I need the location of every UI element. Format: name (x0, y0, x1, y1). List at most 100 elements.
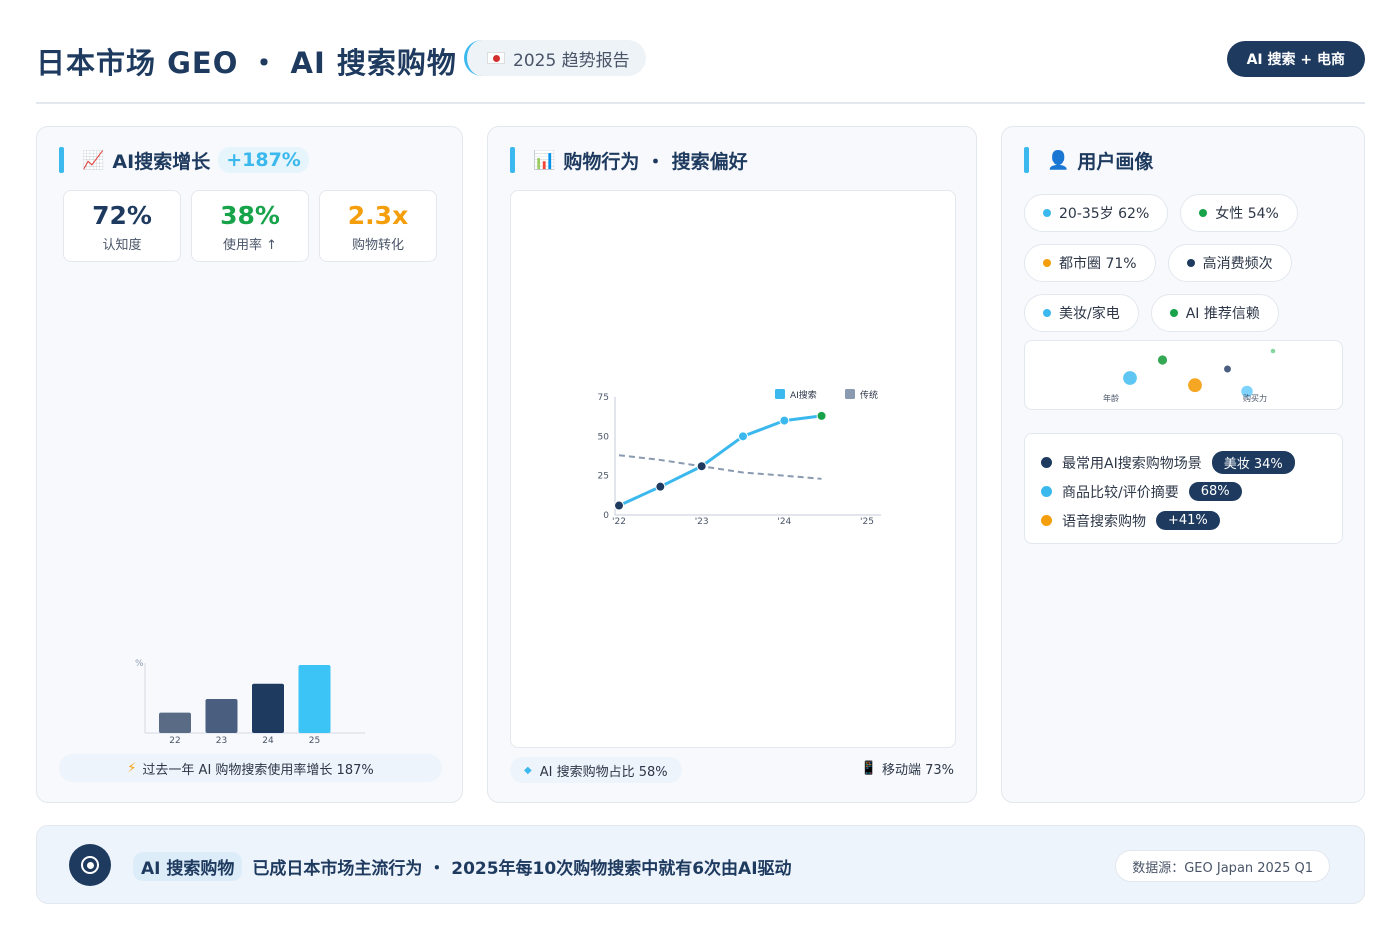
profile-tag[interactable]: 高消费频次 (1167, 244, 1292, 282)
data-source: 数据源：GEO Japan 2025 Q1 (1115, 850, 1330, 882)
y-tick-label: 0 (603, 511, 609, 521)
legend-swatch-traditional (845, 389, 855, 399)
kpi-value: 72% (92, 201, 152, 230)
insight-list: 最常用AI搜索购物场景 美妆 34% 商品比较/评价摘要 68% 语音搜索购物 … (1024, 433, 1343, 544)
tag-label: AI 推荐信赖 (1185, 306, 1260, 322)
share-note-text: AI 搜索购物占比 58% (539, 764, 668, 780)
x-tick-label: '23 (695, 517, 709, 527)
lightning-icon: ⚡ (127, 760, 137, 776)
header: 日本市场 GEO ・ AI 搜索购物 2025 趋势报告 AI 搜索 + 电商 (36, 36, 1365, 104)
dot-icon (1041, 457, 1052, 468)
x-tick-label: '22 (612, 517, 626, 527)
accent-bar (510, 147, 515, 173)
x-tick-label: '24 (777, 517, 791, 527)
kpi-value: 38% (220, 201, 280, 230)
dot-icon (1199, 209, 1208, 217)
tag-label: 女性 54% (1215, 206, 1279, 222)
kpi-label: 使用率 ↑ (222, 238, 278, 253)
tag-label: 20-35岁 62% (1059, 206, 1150, 222)
share-note: ◆ AI 搜索购物占比 58% (510, 757, 682, 783)
page-title: 日本市场 GEO ・ AI 搜索购物 (36, 46, 457, 80)
scatter-point (1270, 348, 1276, 354)
legend-label-ai: AI搜索 (790, 389, 817, 401)
bar-chart-icon: 📊 (533, 149, 556, 171)
legend-swatch-ai (775, 389, 785, 399)
report-label: 2025 趋势报告 (513, 50, 630, 71)
x-tick-label: '25 (860, 517, 874, 527)
kpi-card: 2.3x 购物转化 (319, 190, 437, 262)
insight-label: 商品比较/评价摘要 (1062, 484, 1179, 501)
panel-title: 📈 AI搜索增长 +187% (59, 147, 309, 173)
traditional-series-line (618, 454, 822, 480)
diamond-icon: ◆ (524, 764, 532, 776)
panel-title-text: AI搜索增长 (112, 150, 211, 173)
panel-user-profile: 👤 用户画像 20-35岁 62% 女性 54% 都市圈 71% 高消费频次 美… (1001, 126, 1365, 803)
ai-search-series-line (618, 414, 822, 507)
usage-bar-chart: % 22 23 24 25 (135, 659, 365, 746)
footer-text: AI 搜索购物 已成日本市场主流行为 ・ 2025年每10次购物搜索中就有6次由… (133, 852, 792, 881)
scatter-point (1123, 371, 1137, 385)
x-tick-label: 24 (262, 736, 274, 746)
x-tick-label: 25 (309, 736, 320, 746)
y-axis-label: % (135, 659, 144, 669)
dot-icon (1169, 309, 1178, 317)
panel-ai-growth: 📈 AI搜索增长 +187% 72% 认知度 38% 使用率 ↑ 2.3x 购物… (36, 126, 463, 803)
panel-title-text: 用户画像 (1077, 150, 1154, 173)
mobile-note: 📱 移动端 73% (861, 759, 954, 778)
dot-icon (1043, 209, 1051, 217)
kpi-row: 72% 认知度 38% 使用率 ↑ 2.3x 购物转化 (63, 190, 437, 262)
tag-list: 20-35岁 62% 女性 54% 都市圈 71% 高消费频次 美妆/家电 AI… (1024, 194, 1344, 332)
kpi-card: 72% 认知度 (63, 190, 181, 262)
chart-container: 0 25 50 75 '22 '23 '24 '25 AI搜索 传统 (510, 190, 956, 748)
mobile-note-text: 移动端 73% (881, 763, 954, 778)
phone-icon: 📱 (860, 761, 877, 776)
x-tick-label: 22 (169, 736, 180, 746)
profile-tag[interactable]: 20-35岁 62% (1024, 194, 1169, 232)
insight-row: 商品比较/评价摘要 68% (1041, 477, 1326, 506)
ai-search-point (655, 481, 666, 492)
scatter-point (1224, 365, 1231, 373)
insight-value: 68% (1188, 482, 1242, 501)
tag-label: 高消费频次 (1202, 256, 1273, 272)
scatter-point (1157, 355, 1168, 365)
profile-tag[interactable]: 美妆/家电 (1024, 294, 1139, 332)
scatter-x-label: 年龄 (1103, 393, 1119, 403)
scatter-point (1188, 378, 1202, 393)
bar (252, 683, 284, 733)
topic-badge[interactable]: AI 搜索 + 电商 (1226, 41, 1365, 77)
y-tick-label: 75 (598, 393, 609, 403)
growth-note-text: 过去一年 AI 购物搜索使用率增长 187% (142, 762, 374, 778)
dot-icon (1043, 309, 1051, 317)
profile-tag[interactable]: 都市圈 71% (1024, 244, 1156, 282)
y-tick-label: 50 (598, 432, 610, 442)
profile-tag[interactable]: 女性 54% (1180, 194, 1298, 232)
y-tick-label: 25 (598, 472, 609, 482)
report-pill: 2025 趋势报告 (464, 40, 646, 76)
x-tick-label: 23 (216, 736, 227, 746)
dot-icon (1041, 515, 1052, 526)
bar (159, 712, 191, 733)
accent-bar (1024, 147, 1029, 173)
kpi-value: 2.3x (347, 201, 409, 230)
insight-row: 语音搜索购物 +41% (1041, 506, 1326, 535)
profile-tag[interactable]: AI 推荐信赖 (1150, 294, 1279, 332)
ai-search-point (779, 415, 790, 426)
panel-title-text: 购物行为 ・ 搜索偏好 (563, 150, 748, 173)
dot-icon (1043, 259, 1051, 267)
footer-statement: 已成日本市场主流行为 ・ 2025年每10次购物搜索中就有6次由AI驱动 (252, 859, 792, 879)
insight-label: 语音搜索购物 (1062, 513, 1146, 530)
legend-label-traditional: 传统 (860, 389, 878, 401)
user-icon: 👤 (1047, 149, 1070, 171)
user-scatter-chart: 年龄 购买力 (1103, 348, 1276, 403)
scatter-y-label: 购买力 (1243, 393, 1267, 403)
insight-label: 最常用AI搜索购物场景 (1062, 455, 1202, 472)
kpi-label: 购物转化 (351, 238, 404, 253)
footer-highlight: AI 搜索购物 (133, 852, 243, 881)
growth-note: ⚡ 过去一年 AI 购物搜索使用率增长 187% (59, 754, 442, 782)
summary-footer: AI 搜索购物 已成日本市场主流行为 ・ 2025年每10次购物搜索中就有6次由… (36, 825, 1365, 904)
target-icon (69, 844, 111, 886)
ai-search-point (816, 410, 827, 421)
growth-badge: +187% (218, 147, 309, 173)
insight-value: +41% (1156, 511, 1220, 530)
dot-icon (1041, 486, 1052, 497)
